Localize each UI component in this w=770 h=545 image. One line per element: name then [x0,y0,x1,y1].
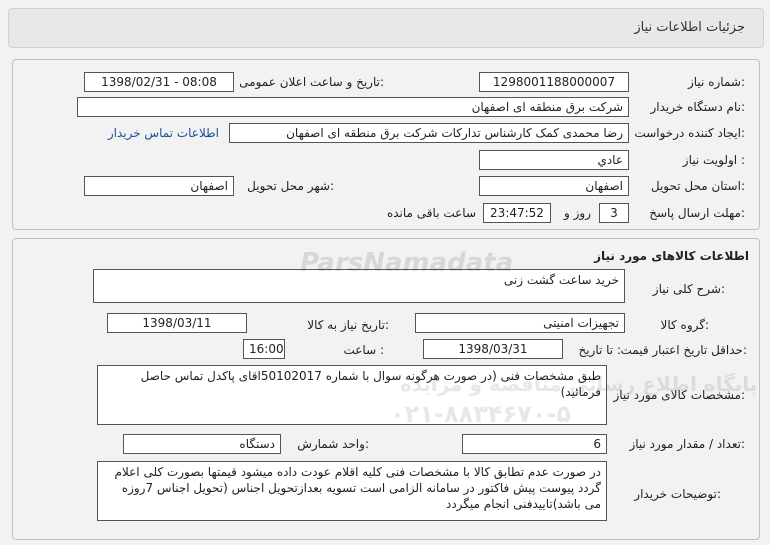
summary-label: شرح کلی نیاز: [652,282,725,296]
need-info-panel: شماره نیاز: 1298001188000007 تاریخ و ساع… [12,59,760,230]
need-date-label: تاریخ نیاز به کالا: [307,318,389,332]
validity-date-field: 1398/03/31 [423,339,563,359]
summary-field: خرید ساعت گشت زنی [93,269,625,303]
buyer-org-label: نام دستگاه خریدار: [650,100,746,114]
buyer-contact-link[interactable]: اطلاعات تماس خریدار [108,126,219,140]
group-field: تجهیزات امنیتی [415,313,625,333]
city-field: اصفهان [84,176,234,196]
days-unit-label: روز و [564,206,591,220]
announce-label: تاریخ و ساعت اعلان عمومی: [239,75,384,89]
unit-field: دستگاه [123,434,281,454]
priority-field: عادي [479,150,629,170]
city-label: شهر محل تحویل: [247,179,334,193]
need-number-field: 1298001188000007 [479,72,629,92]
deadline-label: مهلت ارسال پاسخ: [649,206,745,220]
notes-field: در صورت عدم تطابق کالا با مشخصات فنی کلی… [97,461,607,521]
time-left-field: 23:47:52 [483,203,551,223]
price-validity-label: حداقل تاریخ اعتبار قیمت: [620,343,747,357]
need-number-label: شماره نیاز: [687,75,745,89]
requester-field: رضا محمدی کمک کارشناس تدارکات شرکت برق م… [229,123,629,143]
province-field: اصفهان [479,176,629,196]
time-left-label: ساعت باقی مانده [386,206,476,220]
priority-label: اولویت نیاز : [682,153,745,167]
page-title: جزئیات اطلاعات نیاز [634,20,745,35]
spec-label: مشخصات کالای مورد نیاز: [613,388,745,402]
unit-label: واحد شمارش: [297,437,369,451]
qty-field: 6 [462,434,607,454]
announce-date-field: 1398/02/31 - 08:08 [84,72,234,92]
validity-hour-field: 16:00 [243,339,285,359]
province-label: استان محل تحویل: [650,179,745,193]
goods-info-panel: اطلاعات کالاهای مورد نیاز شرح کلی نیاز: … [12,238,760,540]
goods-section-title: اطلاعات کالاهای مورد نیاز [594,249,749,263]
hour-label: ساعت : [343,343,384,357]
need-date-field: 1398/03/11 [107,313,247,333]
buyer-org-field: شرکت برق منطقه ای اصفهان [77,97,629,117]
group-label: گروه کالا: [660,318,710,332]
to-date-label: تا تاریخ : [578,343,621,357]
requester-label: ایجاد کننده درخواست: [634,126,745,140]
days-field: 3 [599,203,629,223]
notes-label: توضیحات خریدار: [634,487,721,501]
page-header: جزئیات اطلاعات نیاز [8,8,764,48]
spec-field: طبق مشخصات فنی (در صورت هرگونه سوال با ش… [97,365,607,425]
qty-label: تعداد / مقدار مورد نیاز: [629,437,745,451]
